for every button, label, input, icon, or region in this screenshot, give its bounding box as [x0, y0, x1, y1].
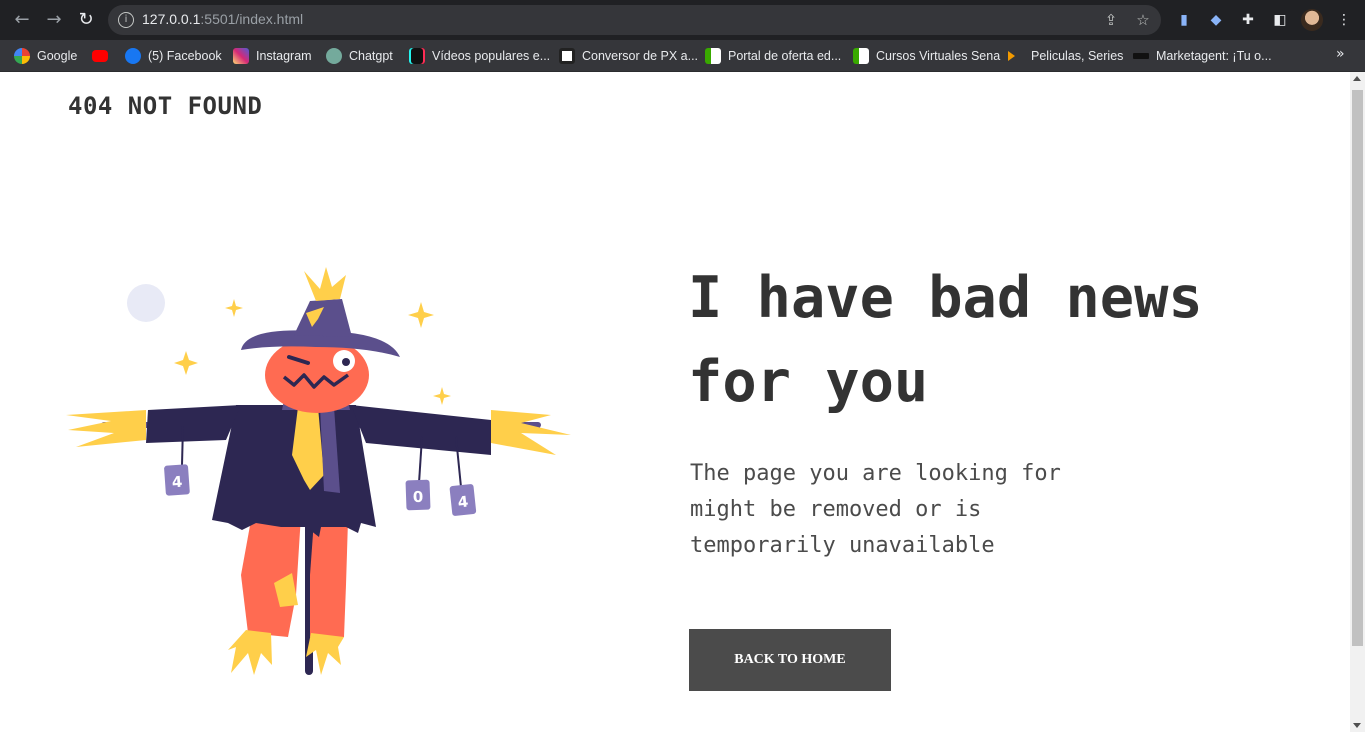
- forward-arrow-icon[interactable]: →: [42, 8, 66, 32]
- bookmark-google[interactable]: Google: [14, 47, 77, 65]
- sparkle-shape: [408, 302, 434, 328]
- bookmark-cursos-sena[interactable]: Cursos Virtuales Sena: [853, 47, 1000, 65]
- site-logo[interactable]: 404 NOT FOUND: [68, 92, 262, 120]
- bookmark-marketagent[interactable]: Marketagent: ¡Tu o...: [1133, 47, 1272, 65]
- chatgpt-icon: [326, 48, 342, 64]
- scroll-up-arrow-icon[interactable]: [1353, 76, 1361, 81]
- scroll-down-arrow-icon[interactable]: [1353, 723, 1361, 728]
- bookmark-instagram[interactable]: Instagram: [233, 47, 312, 65]
- google-icon: [14, 48, 30, 64]
- sena-cursos-icon: [853, 48, 869, 64]
- youtube-icon: [92, 50, 108, 62]
- address-bar[interactable]: i 127.0.0.1:5501/index.html ⇪ ☆: [108, 5, 1161, 35]
- site-info-icon[interactable]: i: [118, 12, 134, 28]
- browser-toolbar: ← → ↻ i 127.0.0.1:5501/index.html ⇪ ☆ ▮ …: [0, 0, 1365, 40]
- bookmark-peliculas[interactable]: Peliculas, Series: [1008, 47, 1123, 65]
- bookmark-star-icon[interactable]: ☆: [1134, 11, 1152, 29]
- page-viewport: 404 NOT FOUND 4 0 4 I have bad news for …: [0, 72, 1350, 732]
- eye-pupil: [342, 358, 350, 366]
- instagram-icon: [233, 48, 249, 64]
- back-to-home-button[interactable]: BACK TO HOME: [689, 629, 891, 691]
- left-coat-sleeve: [146, 405, 241, 443]
- menu-kebab-icon[interactable]: ⋮: [1334, 10, 1354, 30]
- error-headline: I have bad news for you: [688, 265, 1203, 415]
- bookmark-youtube[interactable]: [92, 47, 115, 65]
- moon-shape: [127, 284, 165, 322]
- right-straw-hand: [491, 410, 571, 455]
- sena-portal-icon: [705, 48, 721, 64]
- bookmarks-bar: Google (5) Facebook Instagram Chatgpt Ví…: [0, 40, 1365, 72]
- reload-icon[interactable]: ↻: [74, 8, 98, 32]
- bookmark-facebook[interactable]: (5) Facebook: [125, 47, 222, 65]
- conversor-icon: [559, 48, 575, 64]
- error-message: The page you are looking for might be re…: [690, 461, 1061, 558]
- extension-docs-icon[interactable]: ▮: [1174, 10, 1194, 30]
- share-icon[interactable]: ⇪: [1102, 11, 1120, 29]
- side-panel-icon[interactable]: ◧: [1270, 10, 1290, 30]
- can-left: 4: [164, 464, 190, 496]
- play-icon: [1008, 51, 1015, 61]
- bookmark-chatgpt[interactable]: Chatgpt: [326, 47, 393, 65]
- can-digit: 4: [171, 473, 183, 492]
- scarecrow-illustration: 4 0 4: [66, 267, 571, 675]
- page-scrollbar[interactable]: [1350, 72, 1365, 732]
- left-straw-hand: [66, 410, 146, 447]
- right-pant-leg: [310, 520, 348, 637]
- extensions-puzzle-icon[interactable]: ✚: [1238, 10, 1258, 30]
- sparkle-shape: [433, 387, 451, 405]
- hat-crown: [294, 299, 352, 337]
- back-arrow-icon[interactable]: ←: [10, 8, 34, 32]
- bookmark-portal-oferta[interactable]: Portal de oferta ed...: [705, 47, 841, 65]
- bookmark-tiktok[interactable]: Vídeos populares e...: [409, 47, 550, 65]
- tiktok-icon: [409, 48, 425, 64]
- coat-shape: [212, 405, 376, 537]
- sparkle-shape: [225, 299, 243, 317]
- url-text[interactable]: 127.0.0.1:5501/index.html: [142, 11, 303, 27]
- scrollbar-thumb[interactable]: [1352, 90, 1363, 646]
- left-straw-foot: [228, 630, 272, 675]
- facebook-icon: [125, 48, 141, 64]
- marketagent-icon: [1133, 53, 1149, 59]
- sparkle-shape: [174, 351, 198, 375]
- more-bookmarks-chevron-icon[interactable]: »: [1336, 46, 1345, 62]
- can-middle: 0: [405, 479, 431, 511]
- can-digit: 4: [457, 492, 469, 511]
- can-string: [181, 424, 184, 466]
- hat-straw: [304, 267, 346, 301]
- extension-shield-icon[interactable]: ◆: [1206, 10, 1226, 30]
- profile-avatar[interactable]: [1301, 9, 1323, 31]
- can-digit: 0: [413, 488, 424, 506]
- can-right: 4: [449, 484, 477, 516]
- bookmark-conversor[interactable]: Conversor de PX a...: [559, 47, 698, 65]
